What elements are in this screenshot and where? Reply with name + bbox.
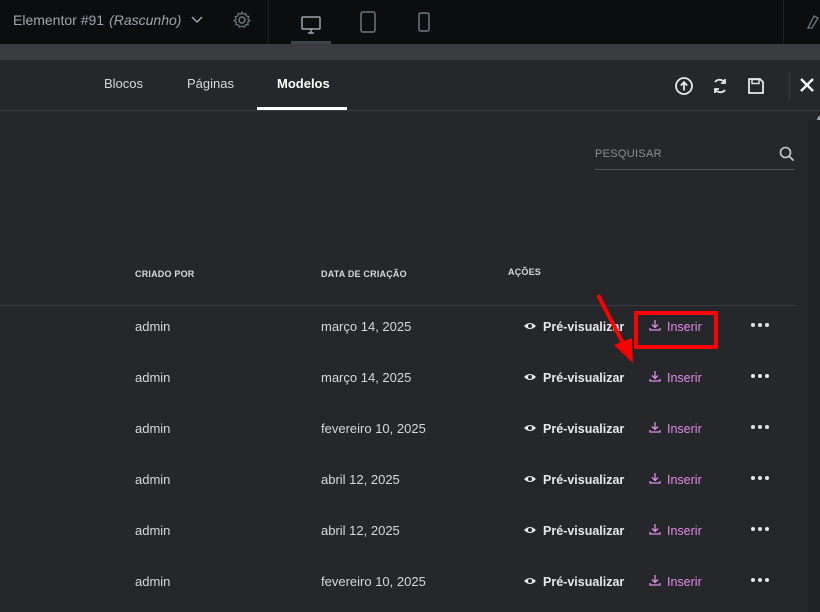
topbar-divider	[268, 0, 269, 44]
column-header-created-date: DATA DE CRIAÇÃO	[321, 269, 407, 279]
canvas-backdrop	[0, 44, 820, 60]
document-title: Elementor #91	[13, 12, 105, 28]
row-author: admin	[135, 574, 171, 589]
preview-button[interactable]: Pré-visualizar	[523, 369, 624, 387]
more-icon[interactable]	[751, 319, 769, 331]
insert-label: Inserir	[667, 524, 702, 538]
tab-templates[interactable]: Modelos	[277, 76, 330, 91]
download-icon	[649, 471, 661, 489]
insert-button[interactable]: Inserir	[649, 420, 702, 438]
insert-button[interactable]: Inserir	[649, 573, 702, 591]
sync-icon[interactable]	[709, 75, 731, 97]
eye-icon	[523, 369, 537, 387]
more-icon[interactable]	[751, 370, 769, 382]
eye-icon	[523, 318, 537, 336]
table-row: admin abril 12, 2025 Pré-visualizar Inse…	[0, 509, 800, 560]
document-status: (Rascunho)	[109, 12, 182, 28]
preview-label: Pré-visualizar	[543, 575, 625, 589]
gear-icon[interactable]	[232, 10, 252, 35]
upload-icon[interactable]	[673, 75, 695, 97]
editor-topbar: Elementor #91 (Rascunho)	[0, 0, 820, 44]
row-date: fevereiro 10, 2025	[321, 421, 426, 436]
download-icon	[649, 573, 661, 591]
scrollbar-track[interactable]	[808, 120, 820, 612]
mobile-icon[interactable]	[404, 8, 444, 36]
column-header-created-by: CRIADO POR	[135, 269, 195, 279]
download-icon	[649, 522, 661, 540]
preview-button[interactable]: Pré-visualizar	[523, 471, 624, 489]
eye-icon	[523, 522, 537, 540]
tablet-icon[interactable]	[348, 8, 388, 36]
insert-label: Inserir	[667, 422, 702, 436]
preview-button[interactable]: Pré-visualizar	[523, 420, 624, 438]
topbar-divider	[783, 0, 784, 44]
insert-button[interactable]: Inserir	[649, 369, 702, 387]
preview-label: Pré-visualizar	[543, 422, 625, 436]
row-date: março 14, 2025	[321, 319, 412, 334]
row-author: admin	[135, 421, 171, 436]
row-author: admin	[135, 370, 171, 385]
table-row: admin fevereiro 10, 2025 Pré-visualizar …	[0, 560, 800, 611]
active-tab-indicator	[257, 107, 347, 110]
insert-button[interactable]: Inserir	[649, 471, 702, 489]
insert-label: Inserir	[667, 575, 702, 589]
row-author: admin	[135, 523, 171, 538]
template-library-modal: Blocos Páginas Modelos ▲ PESQUISAR CRIAD…	[0, 60, 820, 612]
table-row: admin março 14, 2025 Pré-visualizar Inse…	[0, 356, 800, 407]
row-author: admin	[135, 319, 171, 334]
document-title-group[interactable]: Elementor #91 (Rascunho)	[13, 0, 203, 40]
more-icon[interactable]	[751, 523, 769, 535]
row-date: março 14, 2025	[321, 370, 412, 385]
eye-icon	[523, 420, 537, 438]
download-icon	[649, 369, 661, 387]
search-icon[interactable]	[779, 146, 795, 167]
brush-icon[interactable]	[806, 12, 820, 35]
annotation-arrow-icon	[596, 294, 633, 363]
eye-icon	[523, 471, 537, 489]
more-icon[interactable]	[751, 574, 769, 586]
tab-blocks[interactable]: Blocos	[104, 76, 143, 91]
download-icon	[649, 420, 661, 438]
close-icon[interactable]	[796, 74, 818, 96]
table-row: admin abril 12, 2025 Pré-visualizar Inse…	[0, 458, 800, 509]
insert-label: Inserir	[667, 473, 702, 487]
preview-label: Pré-visualizar	[543, 371, 625, 385]
search-input[interactable]: PESQUISAR	[595, 148, 662, 160]
insert-button[interactable]: Inserir	[649, 522, 702, 540]
more-icon[interactable]	[751, 421, 769, 433]
preview-button[interactable]: Pré-visualizar	[523, 522, 624, 540]
preview-label: Pré-visualizar	[543, 473, 625, 487]
save-icon[interactable]	[745, 75, 767, 97]
column-header-actions: AÇÕES	[508, 267, 542, 277]
more-icon[interactable]	[751, 472, 769, 484]
row-date: abril 12, 2025	[321, 472, 400, 487]
preview-button[interactable]: Pré-visualizar	[523, 573, 624, 591]
table-row: admin fevereiro 10, 2025 Pré-visualizar …	[0, 407, 800, 458]
preview-label: Pré-visualizar	[543, 524, 625, 538]
annotation-highlight-box	[634, 311, 718, 349]
header-divider	[789, 72, 790, 100]
row-author: admin	[135, 472, 171, 487]
desktop-icon[interactable]	[291, 8, 331, 44]
chevron-down-icon[interactable]	[191, 16, 203, 24]
search-field[interactable]: PESQUISAR	[595, 142, 795, 170]
row-date: fevereiro 10, 2025	[321, 574, 426, 589]
row-date: abril 12, 2025	[321, 523, 400, 538]
eye-icon	[523, 573, 537, 591]
insert-label: Inserir	[667, 371, 702, 385]
modal-header: Blocos Páginas Modelos	[0, 60, 820, 111]
tab-pages[interactable]: Páginas	[187, 76, 234, 91]
